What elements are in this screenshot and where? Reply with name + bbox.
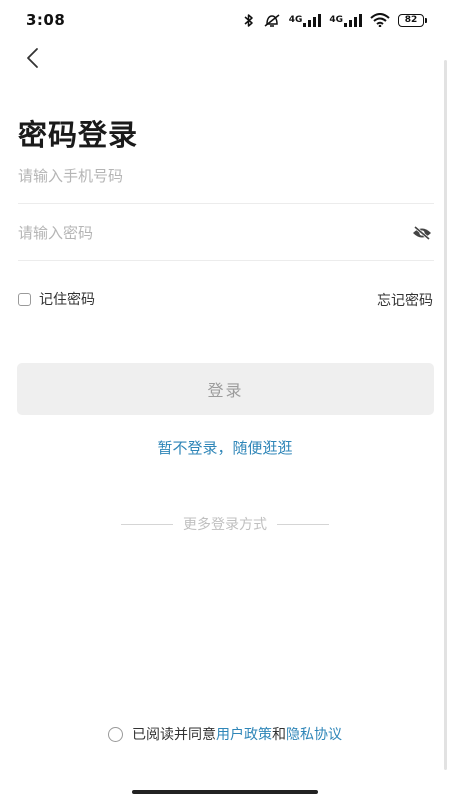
status-icons: 4G 4G 82: [243, 13, 427, 28]
more-login-methods: 更多登录方式: [0, 514, 450, 534]
status-bar: 3:08 4G 4G 82: [0, 0, 450, 40]
password-input[interactable]: [18, 223, 410, 242]
agreement-conjunction: 和: [272, 727, 286, 743]
login-button[interactable]: 登录: [17, 363, 434, 415]
agreement-text: 已阅读并同意 用户政策 和 隐私协议: [132, 724, 342, 744]
forgot-password-link[interactable]: 忘记密码: [377, 290, 433, 310]
privacy-policy-link[interactable]: 隐私协议: [286, 724, 342, 744]
agreement-prefix: 已阅读并同意: [132, 727, 216, 743]
status-time: 3:08: [26, 11, 66, 29]
phone-input[interactable]: [18, 166, 434, 185]
more-login-methods-label: 更多登录方式: [183, 517, 267, 533]
user-policy-link[interactable]: 用户政策: [216, 724, 272, 744]
wifi-icon: [370, 13, 390, 27]
remember-label: 记住密码: [39, 292, 95, 308]
back-arrow-icon: [27, 48, 38, 68]
agreement: 已阅读并同意 用户政策 和 隐私协议: [0, 724, 450, 744]
divider-line-right: [277, 523, 329, 525]
battery-icon: 82: [398, 13, 427, 27]
divider-line-left: [121, 523, 173, 525]
eye-off-icon: [412, 225, 431, 240]
signal-icon: 4G: [329, 13, 362, 27]
remember-checkbox[interactable]: [18, 292, 31, 306]
password-field: [18, 205, 434, 261]
agreement-radio[interactable]: [108, 726, 123, 742]
back-button[interactable]: [18, 44, 46, 72]
password-toggle-button[interactable]: [410, 220, 434, 246]
phone-field: [18, 148, 434, 204]
signal-icon: 4G: [289, 13, 322, 27]
home-indicator[interactable]: [132, 790, 318, 794]
bluetooth-icon: [243, 13, 255, 28]
alarm-off-icon: [263, 13, 281, 28]
remember-password[interactable]: 记住密码: [18, 289, 95, 309]
scroll-indicator: [444, 60, 447, 770]
skip-login-link[interactable]: 暂不登录，随便逛逛: [0, 437, 450, 458]
